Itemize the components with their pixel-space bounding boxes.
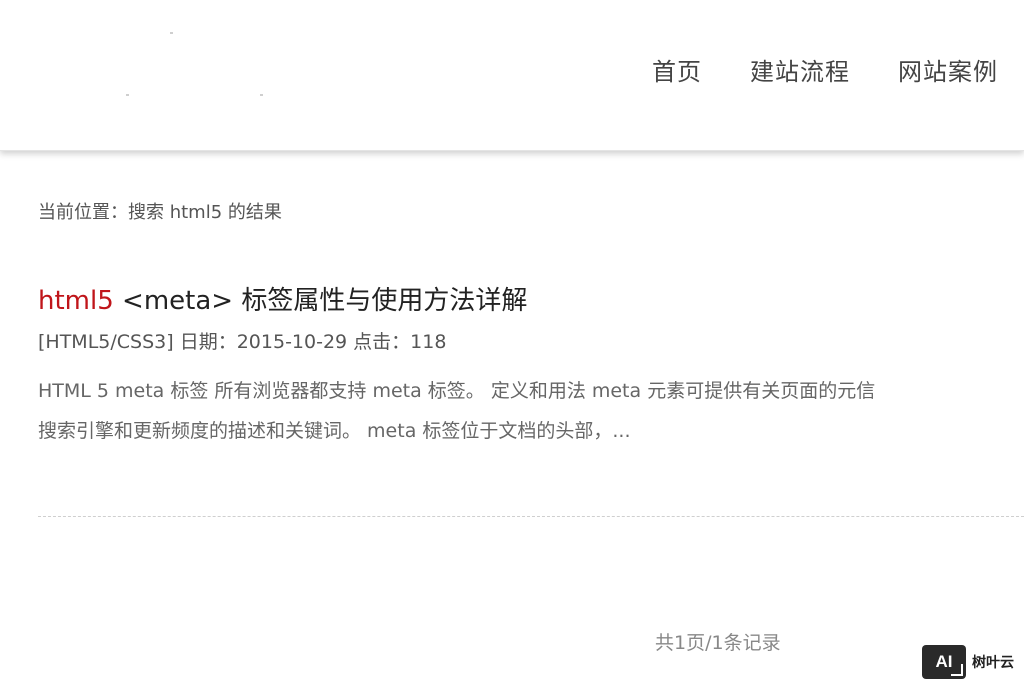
result-meta: [HTML5/CSS3] 日期：2015-10-29 点击：118 bbox=[38, 327, 1024, 357]
result-summary-line: 搜索引擎和更新频度的描述和关键词。 meta 标签位于文档的头部，... bbox=[38, 420, 631, 442]
result-clicks: 点击：118 bbox=[353, 331, 447, 353]
nav-item-cases[interactable]: 网站案例 bbox=[898, 52, 998, 87]
logo[interactable] bbox=[30, 20, 290, 110]
divider bbox=[38, 516, 1024, 517]
result-title-keyword: html5 bbox=[38, 286, 114, 316]
logo-fragment bbox=[260, 94, 263, 96]
logo-fragment bbox=[126, 94, 129, 96]
result-summary: HTML 5 meta 标签 所有浏览器都支持 meta 标签。 定义和用法 m… bbox=[38, 371, 1024, 451]
result-summary-line: HTML 5 meta 标签 所有浏览器都支持 meta 标签。 定义和用法 m… bbox=[38, 380, 876, 402]
breadcrumb: 当前位置：搜索 html5 的结果 bbox=[38, 202, 282, 223]
result-category-link[interactable]: [HTML5/CSS3] bbox=[38, 331, 174, 353]
main-nav: 首页 建站流程 网站案例 bbox=[652, 52, 1024, 87]
logo-fragment bbox=[170, 32, 173, 34]
watermark: AI 树叶云 bbox=[922, 645, 1014, 679]
result-item: html5 <meta> 标签属性与使用方法详解 [HTML5/CSS3] 日期… bbox=[38, 281, 1024, 451]
watermark-logo-icon: AI bbox=[922, 645, 966, 679]
result-title-link[interactable]: html5 <meta> 标签属性与使用方法详解 bbox=[38, 286, 527, 316]
nav-item-process[interactable]: 建站流程 bbox=[750, 52, 850, 87]
watermark-text: 树叶云 bbox=[972, 655, 1014, 671]
pagination-info: 共1页/1条记录 bbox=[655, 632, 781, 654]
search-results: 当前位置：搜索 html5 的结果 html5 <meta> 标签属性与使用方法… bbox=[38, 195, 1024, 451]
result-date: 日期：2015-10-29 bbox=[173, 331, 354, 353]
result-title[interactable]: html5 <meta> 标签属性与使用方法详解 bbox=[38, 281, 1024, 321]
nav-item-home[interactable]: 首页 bbox=[652, 52, 702, 87]
site-header: 首页 建站流程 网站案例 bbox=[0, 0, 1024, 151]
result-title-text: <meta> 标签属性与使用方法详解 bbox=[113, 286, 528, 316]
